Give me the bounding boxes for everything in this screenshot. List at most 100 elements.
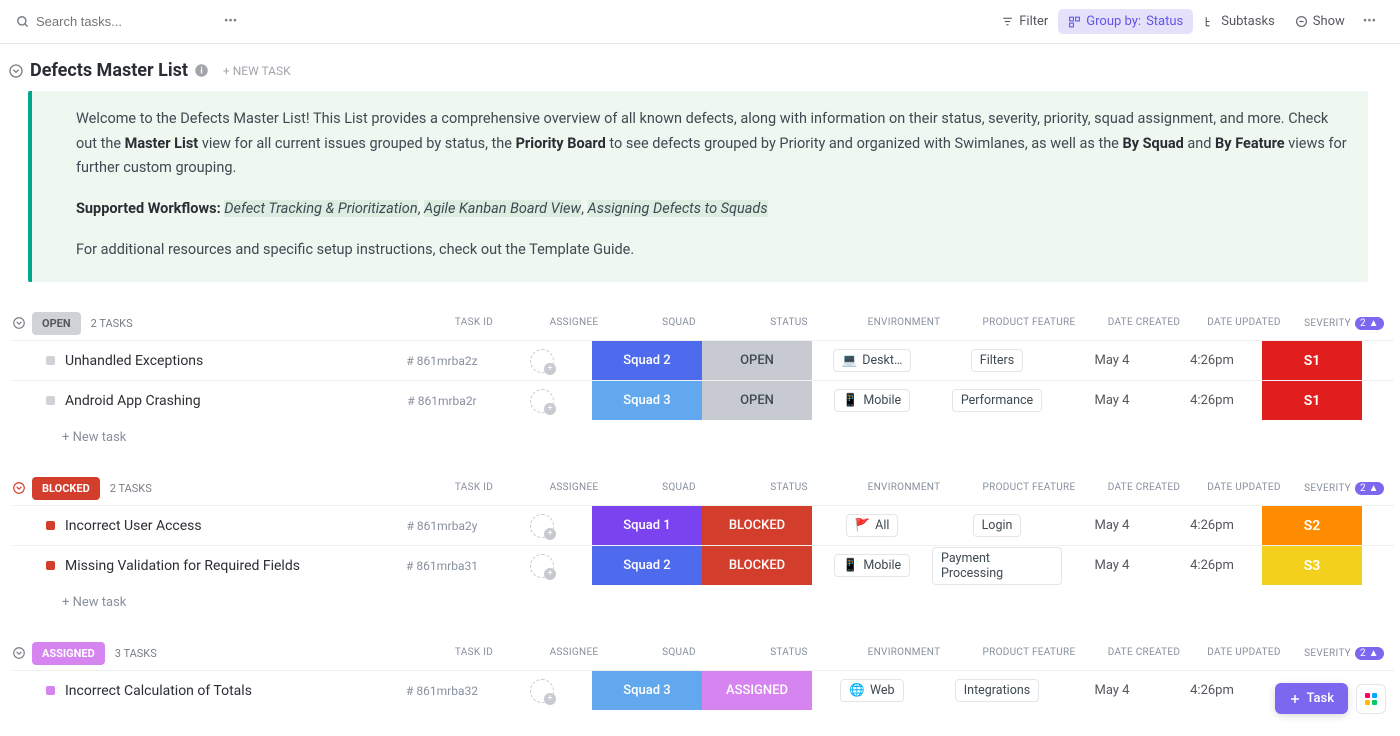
col-environment[interactable]: ENVIRONMENT xyxy=(844,482,964,495)
feature-cell[interactable]: Login xyxy=(932,506,1062,545)
col-assignee[interactable]: ASSIGNEE xyxy=(524,482,624,495)
col-severity[interactable]: SEVERITY2 ▲ xyxy=(1294,647,1394,660)
feature-chip[interactable]: Payment Processing xyxy=(932,547,1062,585)
environment-cell[interactable]: 📱Mobile xyxy=(812,381,932,420)
task-id-cell[interactable]: # 861mrba2y xyxy=(392,506,492,545)
assignee-cell[interactable] xyxy=(492,341,592,380)
severity-sort-badge[interactable]: 2 ▲ xyxy=(1355,317,1384,330)
task-name[interactable]: Missing Validation for Required Fields xyxy=(65,558,300,574)
col-severity[interactable]: SEVERITY2 ▲ xyxy=(1294,482,1394,495)
env-chip[interactable]: 🌐Web xyxy=(840,679,903,702)
created-cell[interactable]: May 4 xyxy=(1062,671,1162,710)
col-status[interactable]: STATUS xyxy=(734,482,844,495)
new-task-link[interactable]: + NEW TASK xyxy=(223,64,291,78)
task-name[interactable]: Incorrect Calculation of Totals xyxy=(65,683,252,699)
collapse-caret-icon[interactable] xyxy=(8,63,24,79)
add-assignee-icon[interactable] xyxy=(530,349,554,373)
status-dot-icon[interactable] xyxy=(46,396,55,405)
col-status[interactable]: STATUS xyxy=(734,647,844,660)
col-environment[interactable]: ENVIRONMENT xyxy=(844,647,964,660)
severity-cell[interactable]: S1 xyxy=(1262,341,1362,380)
task-row[interactable]: Incorrect User Access # 861mrba2y Squad … xyxy=(12,505,1394,545)
task-name[interactable]: Android App Crashing xyxy=(65,393,201,409)
task-id-cell[interactable]: # 861mrba31 xyxy=(392,546,492,585)
search-more-icon[interactable]: ••• xyxy=(216,10,245,33)
col-assignee[interactable]: ASSIGNEE xyxy=(524,317,624,330)
feature-cell[interactable]: Performance xyxy=(932,381,1062,420)
col-task-id[interactable]: TASK ID xyxy=(424,647,524,660)
updated-cell[interactable]: 4:26pm xyxy=(1162,341,1262,380)
col-status[interactable]: STATUS xyxy=(734,317,844,330)
col-product-feature[interactable]: PRODUCT FEATURE xyxy=(964,317,1094,330)
squad-cell[interactable]: Squad 2 xyxy=(592,341,702,380)
chevron-down-icon[interactable] xyxy=(12,316,26,330)
status-cell[interactable]: ASSIGNED xyxy=(702,671,812,710)
col-date-updated[interactable]: DATE UPDATED xyxy=(1194,482,1294,495)
filter-button[interactable]: Filter xyxy=(991,9,1058,34)
severity-cell[interactable]: S2 xyxy=(1262,506,1362,545)
col-squad[interactable]: SQUAD xyxy=(624,647,734,660)
show-button[interactable]: Show xyxy=(1285,9,1355,34)
group-by-button[interactable]: Group by: Status xyxy=(1058,9,1193,34)
task-row[interactable]: Incorrect Calculation of Totals # 861mrb… xyxy=(12,670,1394,710)
updated-cell[interactable]: 4:26pm xyxy=(1162,546,1262,585)
feature-cell[interactable]: Payment Processing xyxy=(932,546,1062,585)
col-product-feature[interactable]: PRODUCT FEATURE xyxy=(964,482,1094,495)
col-assignee[interactable]: ASSIGNEE xyxy=(524,647,624,660)
col-squad[interactable]: SQUAD xyxy=(624,482,734,495)
created-cell[interactable]: May 4 xyxy=(1062,341,1162,380)
env-chip[interactable]: 🚩All xyxy=(846,514,899,537)
status-cell[interactable]: OPEN xyxy=(702,381,812,420)
severity-sort-badge[interactable]: 2 ▲ xyxy=(1355,647,1384,660)
feature-cell[interactable]: Filters xyxy=(932,341,1062,380)
add-assignee-icon[interactable] xyxy=(530,554,554,578)
col-date-updated[interactable]: DATE UPDATED xyxy=(1194,317,1294,330)
col-date-updated[interactable]: DATE UPDATED xyxy=(1194,647,1294,660)
task-name[interactable]: Incorrect User Access xyxy=(65,518,202,534)
assignee-cell[interactable] xyxy=(492,506,592,545)
task-row[interactable]: Unhandled Exceptions # 861mrba2z Squad 2… xyxy=(12,340,1394,380)
severity-cell[interactable]: S1 xyxy=(1262,381,1362,420)
environment-cell[interactable]: 💻Deskt… xyxy=(812,341,932,380)
subtasks-button[interactable]: Subtasks xyxy=(1193,9,1285,34)
feature-cell[interactable]: Integrations xyxy=(932,671,1062,710)
col-product-feature[interactable]: PRODUCT FEATURE xyxy=(964,647,1094,660)
assignee-cell[interactable] xyxy=(492,546,592,585)
status-dot-icon[interactable] xyxy=(46,561,55,570)
severity-sort-badge[interactable]: 2 ▲ xyxy=(1355,482,1384,495)
feature-chip[interactable]: Performance xyxy=(952,389,1042,412)
feature-chip[interactable]: Integrations xyxy=(955,679,1039,702)
col-severity[interactable]: SEVERITY2 ▲ xyxy=(1294,317,1394,330)
assignee-cell[interactable] xyxy=(492,671,592,710)
chevron-down-icon[interactable] xyxy=(12,481,26,495)
updated-cell[interactable]: 4:26pm xyxy=(1162,506,1262,545)
col-environment[interactable]: ENVIRONMENT xyxy=(844,317,964,330)
task-id-cell[interactable]: # 861mrba2r xyxy=(392,381,492,420)
created-cell[interactable]: May 4 xyxy=(1062,506,1162,545)
col-task-id[interactable]: TASK ID xyxy=(424,482,524,495)
env-chip[interactable]: 📱Mobile xyxy=(834,554,910,577)
new-task-fab[interactable]: Task xyxy=(1275,683,1348,714)
col-date-created[interactable]: DATE CREATED xyxy=(1094,482,1194,495)
env-chip[interactable]: 💻Deskt… xyxy=(833,349,912,372)
col-date-created[interactable]: DATE CREATED xyxy=(1094,647,1194,660)
toolbar-more-icon[interactable]: ••• xyxy=(1355,10,1384,33)
info-icon[interactable]: i xyxy=(194,63,209,78)
assignee-cell[interactable] xyxy=(492,381,592,420)
squad-cell[interactable]: Squad 2 xyxy=(592,546,702,585)
feature-chip[interactable]: Filters xyxy=(971,349,1023,372)
col-squad[interactable]: SQUAD xyxy=(624,317,734,330)
new-task-row[interactable]: + New task xyxy=(12,585,1394,610)
new-task-row[interactable]: + New task xyxy=(12,420,1394,445)
task-id-cell[interactable]: # 861mrba32 xyxy=(392,671,492,710)
task-row[interactable]: Android App Crashing # 861mrba2r Squad 3… xyxy=(12,380,1394,420)
created-cell[interactable]: May 4 xyxy=(1062,546,1162,585)
task-name[interactable]: Unhandled Exceptions xyxy=(65,353,203,369)
environment-cell[interactable]: 🚩All xyxy=(812,506,932,545)
task-row[interactable]: Missing Validation for Required Fields #… xyxy=(12,545,1394,585)
status-cell[interactable]: BLOCKED xyxy=(702,546,812,585)
status-dot-icon[interactable] xyxy=(46,686,55,695)
updated-cell[interactable]: 4:26pm xyxy=(1162,381,1262,420)
task-id-cell[interactable]: # 861mrba2z xyxy=(392,341,492,380)
group-status-label[interactable]: BLOCKED xyxy=(32,477,100,500)
